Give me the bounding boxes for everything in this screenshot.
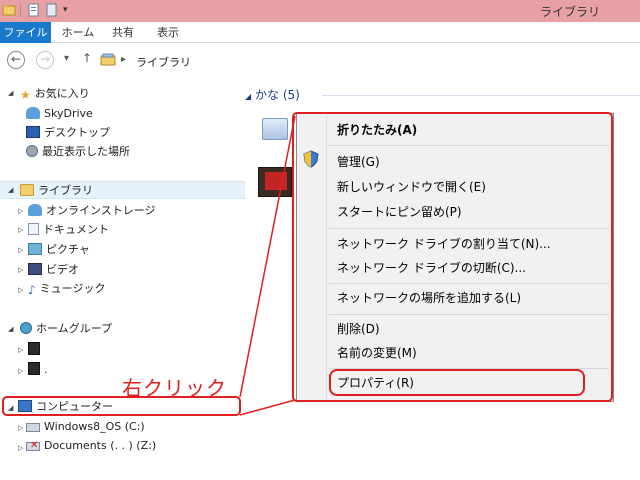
pictures-icon (28, 243, 42, 255)
group-divider (322, 95, 640, 96)
expand-arrow-icon[interactable]: ▷ (18, 444, 23, 452)
library-item-icon[interactable] (262, 118, 288, 140)
tree-label: ホームグループ (36, 322, 113, 335)
user-avatar-icon (28, 342, 40, 355)
tree-item-documents[interactable]: ドキュメント (28, 221, 109, 239)
properties-icon[interactable] (27, 3, 41, 17)
tree-item-skydrive[interactable]: SkyDrive (26, 105, 93, 123)
tree-label: ライブラリ (38, 184, 93, 197)
expand-arrow-icon[interactable]: ▷ (18, 424, 23, 432)
tree-label: お気に入り (34, 87, 90, 100)
expand-arrow-icon[interactable]: ▷ (18, 226, 23, 234)
tree-label: ピクチャ (46, 243, 90, 256)
expand-arrow-icon[interactable]: ▷ (18, 207, 23, 215)
music-icon: ♪ (28, 283, 36, 297)
expand-arrow-icon[interactable]: ▷ (18, 246, 23, 254)
user-avatar-icon (28, 362, 40, 375)
skydrive-icon (26, 107, 40, 119)
library-icon (100, 53, 116, 67)
annotation-menu-box (292, 112, 613, 402)
expand-arrow-icon[interactable]: ◢ (8, 89, 13, 97)
folder-icon[interactable] (2, 3, 16, 17)
tree-label: デスクトップ (44, 126, 110, 139)
expand-arrow-icon[interactable]: ▷ (18, 367, 23, 375)
breadcrumb[interactable]: ライブラリ (136, 54, 191, 70)
homegroup-icon (20, 322, 32, 334)
tree-label: Windows8_OS (C:) (44, 420, 145, 433)
breadcrumb-separator[interactable]: ▸ (121, 54, 126, 65)
expand-arrow-icon[interactable]: ▷ (18, 266, 23, 274)
expand-arrow-icon[interactable]: ◢ (8, 325, 13, 333)
tree-item-pictures[interactable]: ピクチャ (28, 241, 90, 259)
tree-item-desktop[interactable]: デスクトップ (26, 124, 110, 142)
drive-icon (26, 423, 40, 432)
address-bar: ← → ▾ ↑ ▸ ライブラリ (0, 43, 640, 76)
tab-file[interactable]: ファイル (0, 22, 51, 43)
up-button[interactable]: ↑ (82, 51, 92, 65)
ribbon-tabs: ファイル ホーム 共有 表示 (0, 22, 640, 43)
quick-access-separator (20, 4, 21, 17)
chevron-down-icon[interactable]: ▾ (63, 3, 77, 17)
tree-label: オンラインストレージ (46, 204, 156, 217)
videos-icon (28, 263, 42, 275)
tree-label: . (44, 363, 48, 376)
tree-homegroup[interactable]: ホームグループ (20, 320, 112, 338)
star-icon: ★ (20, 88, 31, 102)
error-x-icon: ✕ (30, 440, 39, 451)
expand-arrow-icon[interactable]: ◢ (8, 186, 13, 194)
tree-item-homegroup-user[interactable] (28, 341, 44, 359)
tree-item-music[interactable]: ♪ ミュージック (28, 280, 105, 298)
library-icon (20, 184, 34, 196)
forward-button[interactable]: → (36, 51, 54, 69)
video-library-item-icon[interactable] (258, 167, 292, 197)
tree-label: ミュージック (39, 282, 106, 295)
tab-view[interactable]: 表示 (150, 22, 186, 43)
expand-arrow-icon[interactable]: ▷ (18, 346, 23, 354)
tree-item-videos[interactable]: ビデオ (28, 261, 79, 279)
tree-item-recent[interactable]: 最近表示した場所 (26, 143, 130, 161)
desktop-icon (26, 126, 40, 138)
expand-arrow-icon[interactable]: ▷ (18, 286, 23, 294)
tree-item-homegroup-user[interactable]: . (28, 361, 48, 379)
online-storage-icon (28, 204, 42, 216)
tab-share[interactable]: 共有 (106, 22, 140, 43)
recent-places-icon (26, 145, 38, 157)
expand-arrow-icon[interactable]: ◢ (245, 92, 251, 101)
tree-favorites[interactable]: ★ お気に入り (20, 85, 90, 103)
tree-label: Documents (. . ) (Z:) (44, 439, 157, 452)
navigation-pane: ◢ ★ お気に入り SkyDrive デスクトップ 最近表示した場所 ◢ ライブラ… (0, 76, 245, 480)
tab-home[interactable]: ホーム (58, 22, 98, 43)
annotation-label: 右クリック (122, 376, 227, 400)
tree-item-drive-z[interactable]: ✕ Documents (. . ) (Z:) (26, 437, 156, 455)
tree-label: SkyDrive (44, 107, 93, 120)
group-header[interactable]: かな (5) (255, 86, 300, 103)
documents-icon (28, 223, 39, 235)
tree-item-network-partial[interactable] (18, 473, 34, 480)
tree-libraries[interactable]: ライブラリ (20, 182, 93, 200)
new-folder-icon[interactable] (45, 3, 59, 17)
title-bar: ▾ ライブラリ (0, 0, 640, 22)
tree-item-online-storage[interactable]: オンラインストレージ (28, 202, 156, 220)
tree-label: 最近表示した場所 (42, 145, 130, 158)
tree-label: ドキュメント (43, 223, 109, 236)
recent-locations-dropdown[interactable]: ▾ (64, 53, 69, 64)
back-button[interactable]: ← (7, 51, 25, 69)
tree-item-drive-c[interactable]: Windows8_OS (C:) (26, 418, 145, 436)
tree-label: ビデオ (46, 263, 79, 276)
annotation-properties-box (329, 369, 585, 396)
window-title: ライブラリ (539, 5, 600, 19)
